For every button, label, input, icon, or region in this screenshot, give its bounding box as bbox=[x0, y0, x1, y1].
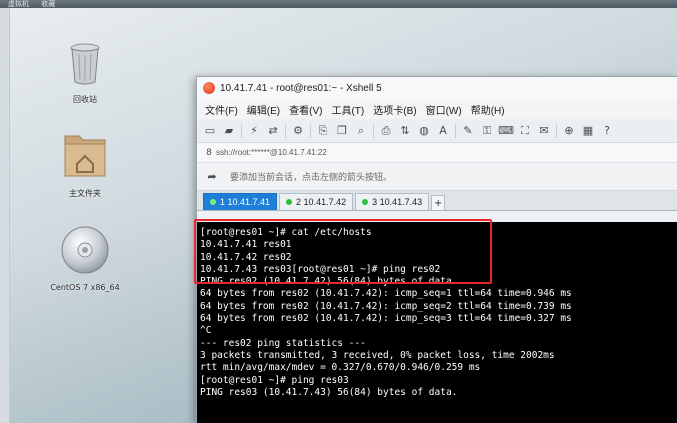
address-bar[interactable]: 8 ssh://root:******@10.41.7.41:22 bbox=[197, 143, 677, 163]
window-titlebar[interactable]: 10.41.7.41 - root@res01:~ - Xshell 5 bbox=[197, 77, 677, 99]
home-folder-icon bbox=[64, 135, 106, 177]
connect-icon[interactable]: ⚡ bbox=[247, 124, 261, 138]
font-icon[interactable]: A bbox=[436, 124, 450, 138]
desktop-icon-label: 回收站 bbox=[73, 95, 97, 104]
address-arrow-icon: 8 bbox=[206, 147, 212, 158]
menu-edit[interactable]: 编辑(E) bbox=[247, 102, 280, 117]
menu-tools[interactable]: 工具(T) bbox=[331, 102, 364, 117]
add-icon[interactable]: ⊕ bbox=[562, 124, 576, 138]
session-hint-text: 要添加当前会话，点击左侧的箭头按钮。 bbox=[230, 172, 393, 182]
desktop-icon-label: CentOS 7 x86_64 bbox=[50, 283, 120, 292]
desktop-icon-home-folder[interactable]: 主文件夹 bbox=[45, 130, 125, 199]
new-session-icon[interactable]: ▭ bbox=[203, 124, 217, 138]
desktop-icon-trash[interactable]: 回收站 bbox=[45, 40, 125, 105]
xshell-logo-icon bbox=[203, 82, 215, 94]
paste-icon[interactable]: ❐ bbox=[335, 124, 349, 138]
properties-icon[interactable]: ⚙ bbox=[291, 124, 305, 138]
toolbar-divider bbox=[373, 123, 374, 138]
toolbar-divider bbox=[455, 123, 456, 138]
window-title: 10.41.7.41 - root@res01:~ - Xshell 5 bbox=[220, 82, 382, 94]
red-annotation-box bbox=[194, 219, 492, 284]
find-icon[interactable]: ⌕ bbox=[354, 124, 368, 138]
fullscreen-icon[interactable]: ⛶ bbox=[518, 124, 532, 138]
tab-label: 1 10.41.7.41 bbox=[220, 197, 271, 207]
host-toolbar: 虚拟机 收藏 bbox=[0, 0, 677, 8]
terminal-line: rtt min/avg/max/mdev = 0.327/0.670/0.946… bbox=[200, 362, 481, 374]
connected-status-icon bbox=[286, 199, 293, 205]
transfer-icon[interactable]: ⇅ bbox=[398, 124, 412, 138]
layout-icon[interactable]: ▦ bbox=[581, 124, 595, 138]
session-address: ssh://root:******@10.41.7.41:22 bbox=[216, 148, 327, 157]
terminal-line: [root@res01 ~]# ping res03 bbox=[200, 374, 349, 386]
copy-icon[interactable]: ⎘ bbox=[316, 124, 330, 138]
toolbar: ▭ ▰ ⚡ ⇄ ⚙ ⎘ ❐ ⌕ ⎙ ⇅ ◍ A ✎ ⚿ ⌨ ⛶ ✉ ⊕ ▦ ? bbox=[197, 119, 677, 143]
terminal-line: 64 bytes from res02 (10.41.7.42): icmp_s… bbox=[200, 288, 572, 300]
tab-session-3[interactable]: 3 10.41.7.43 bbox=[355, 193, 430, 210]
terminal-line: --- res02 ping statistics --- bbox=[200, 337, 366, 349]
session-hint-bar: ➦ 要添加当前会话，点击左侧的箭头按钮。 bbox=[197, 163, 677, 191]
toolbar-divider bbox=[310, 123, 311, 138]
terminal-line: PING res03 (10.41.7.43) 56(84) bytes of … bbox=[200, 386, 458, 398]
globe-icon[interactable]: ◍ bbox=[417, 124, 431, 138]
toolbar-divider bbox=[241, 123, 242, 138]
print-icon[interactable]: ⎙ bbox=[379, 124, 393, 138]
connected-status-icon bbox=[362, 199, 369, 205]
script-icon[interactable]: ✎ bbox=[461, 124, 475, 138]
open-folder-icon[interactable]: ▰ bbox=[222, 124, 236, 138]
session-tab-bar: 1 10.41.7.41 2 10.41.7.42 3 10.41.7.43 + bbox=[197, 191, 677, 211]
menu-tab[interactable]: 选项卡(B) bbox=[373, 102, 416, 117]
cd-disc-icon bbox=[61, 226, 109, 274]
host-menu-vm[interactable]: 虚拟机 bbox=[8, 0, 29, 8]
tab-session-1[interactable]: 1 10.41.7.41 bbox=[203, 193, 278, 210]
desktop-left-strip bbox=[0, 8, 10, 423]
tab-session-2[interactable]: 2 10.41.7.42 bbox=[279, 193, 354, 210]
chat-icon[interactable]: ✉ bbox=[537, 124, 551, 138]
toolbar-divider bbox=[556, 123, 557, 138]
connected-status-icon bbox=[210, 199, 216, 205]
keyboard-icon[interactable]: ⌨ bbox=[498, 124, 514, 138]
terminal-line: ^C bbox=[200, 325, 212, 337]
desktop-icon-cd-rom[interactable]: CentOS 7 x86_64 bbox=[45, 225, 125, 292]
toolbar-divider bbox=[285, 123, 286, 138]
disconnect-icon[interactable]: ⇄ bbox=[266, 124, 280, 138]
menu-view[interactable]: 查看(V) bbox=[289, 102, 322, 117]
tab-label: 2 10.41.7.42 bbox=[296, 197, 347, 207]
tab-label: 3 10.41.7.43 bbox=[372, 197, 423, 207]
menu-window[interactable]: 窗口(W) bbox=[426, 102, 462, 117]
help-icon[interactable]: ? bbox=[600, 124, 614, 138]
lock-icon[interactable]: ⚿ bbox=[480, 124, 494, 138]
trash-icon bbox=[70, 43, 100, 85]
host-menu-favorites[interactable]: 收藏 bbox=[41, 0, 55, 8]
menu-bar: 文件(F) 编辑(E) 查看(V) 工具(T) 选项卡(B) 窗口(W) 帮助(… bbox=[197, 99, 677, 119]
menu-help[interactable]: 帮助(H) bbox=[471, 102, 505, 117]
terminal-line: 3 packets transmitted, 3 received, 0% pa… bbox=[200, 349, 555, 361]
desktop-icon-label: 主文件夹 bbox=[69, 189, 101, 198]
menu-file[interactable]: 文件(F) bbox=[205, 102, 238, 117]
terminal-line: 64 bytes from res02 (10.41.7.42): icmp_s… bbox=[200, 300, 572, 312]
add-session-arrow-icon[interactable]: ➦ bbox=[205, 170, 219, 184]
add-tab-button[interactable]: + bbox=[431, 195, 446, 210]
terminal-line: 64 bytes from res02 (10.41.7.42): icmp_s… bbox=[200, 313, 572, 325]
